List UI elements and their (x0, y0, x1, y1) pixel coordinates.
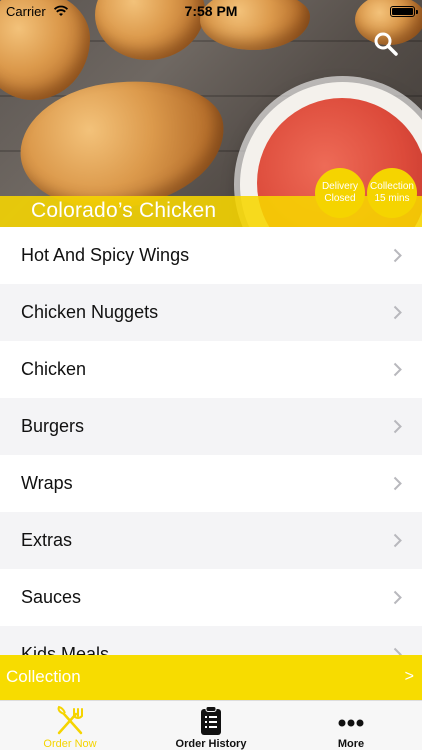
chevron-right-icon (393, 362, 402, 377)
menu-item-burgers[interactable]: Burgers (0, 398, 422, 455)
menu-item-kids-meals[interactable]: Kids Meals (0, 626, 422, 655)
chevron-right-icon (393, 305, 402, 320)
chevron-right-icon (393, 647, 402, 655)
tab-more[interactable]: More (281, 701, 421, 750)
menu-item-label: Chicken (21, 359, 87, 379)
menu-item-hot-and-spicy-wings[interactable]: Hot And Spicy Wings (0, 227, 422, 284)
chevron-right-icon (393, 533, 402, 548)
collection-status-badge: Collection 15 mins (367, 168, 417, 218)
menu-item-extras[interactable]: Extras (0, 512, 422, 569)
collection-mode-bar[interactable]: Collection > (0, 655, 422, 700)
status-time: 7:58 PM (184, 3, 238, 19)
menu-item-label: Hot And Spicy Wings (21, 245, 190, 265)
fork-knife-icon (57, 705, 83, 735)
menu-item-sauces[interactable]: Sauces (0, 569, 422, 626)
menu-item-label: Extras (21, 530, 73, 550)
delivery-badge-line2: Closed (324, 193, 356, 204)
delivery-status-badge: Delivery Closed (315, 168, 365, 218)
chevron-right-icon (393, 476, 402, 491)
chevron-right-icon (393, 419, 402, 434)
menu-item-label: Kids Meals (21, 644, 110, 655)
menu-item-chicken[interactable]: Chicken (0, 341, 422, 398)
tab-more-label: More (337, 738, 365, 750)
more-dots-icon (338, 719, 364, 727)
status-bar: Carrier 7:58 PM (0, 0, 422, 22)
menu-item-label: Chicken Nuggets (21, 302, 159, 322)
collection-label: Collection (6, 667, 81, 686)
menu-item-label: Sauces (21, 587, 82, 607)
tab-order-history-label: Order History (175, 738, 247, 750)
chevron-right-icon (393, 590, 402, 605)
menu-item-chicken-nuggets[interactable]: Chicken Nuggets (0, 284, 422, 341)
collection-arrow: > (404, 668, 414, 685)
collection-badge-line2: 15 mins (374, 193, 410, 204)
delivery-badge-line1: Delivery (321, 181, 359, 192)
chevron-right-icon (393, 248, 402, 263)
menu-item-wraps[interactable]: Wraps (0, 455, 422, 512)
clipboard-list-icon (201, 706, 221, 735)
menu-item-label: Wraps (21, 473, 73, 493)
collection-badge-line1: Collection (370, 181, 414, 192)
menu-item-label: Burgers (21, 416, 85, 436)
battery-icon (390, 6, 418, 17)
menu-category-list[interactable]: Hot And Spicy Wings Chicken Nuggets Chic… (0, 227, 422, 655)
tab-order-now-label: Order Now (43, 738, 97, 750)
restaurant-name: Colorado’s Chicken (31, 199, 217, 222)
tab-order-now[interactable]: Order Now (0, 701, 140, 750)
search-icon[interactable] (372, 30, 400, 58)
tab-order-history[interactable]: Order History (141, 701, 281, 750)
bottom-tab-bar: Order Now Order History More (0, 700, 422, 750)
